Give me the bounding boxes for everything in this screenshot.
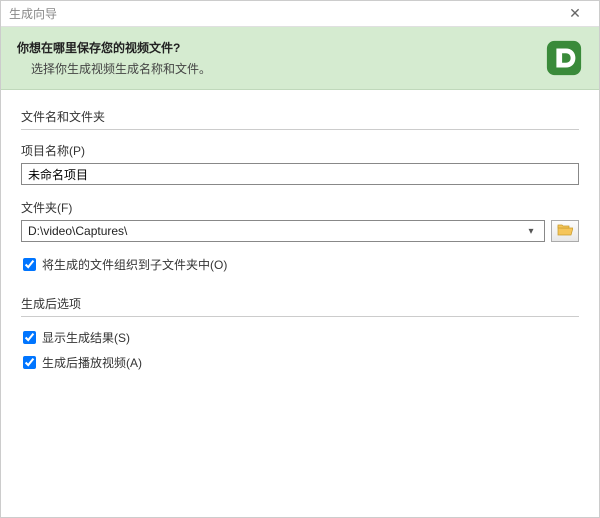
divider	[21, 316, 579, 317]
organize-subfolder-checkbox[interactable]	[23, 258, 36, 271]
group-file-title: 文件名和文件夹	[21, 108, 579, 125]
play-after-label: 生成后播放视频(A)	[42, 354, 142, 371]
close-button[interactable]: ✕	[559, 4, 591, 24]
folder-label: 文件夹(F)	[21, 199, 579, 216]
wizard-window: 生成向导 ✕ 你想在哪里保存您的视频文件? 选择你生成视频生成名称和文件。 文件…	[0, 0, 600, 518]
organize-subfolder-row: 将生成的文件组织到子文件夹中(O)	[21, 256, 579, 273]
content-area: 文件名和文件夹 项目名称(P) 文件夹(F) D:\video\Captures…	[1, 90, 599, 517]
show-result-checkbox[interactable]	[23, 331, 36, 344]
chevron-down-icon: ▾	[524, 226, 538, 237]
show-result-row: 显示生成结果(S)	[21, 329, 579, 346]
show-result-label: 显示生成结果(S)	[42, 329, 130, 346]
header-banner: 你想在哪里保存您的视频文件? 选择你生成视频生成名称和文件。	[1, 27, 599, 90]
header-title: 你想在哪里保存您的视频文件?	[17, 39, 537, 56]
header-subtitle: 选择你生成视频生成名称和文件。	[17, 60, 537, 77]
project-name-label: 项目名称(P)	[21, 142, 579, 159]
group-file-name-folder: 文件名和文件夹 项目名称(P) 文件夹(F) D:\video\Captures…	[21, 108, 579, 273]
play-after-row: 生成后播放视频(A)	[21, 354, 579, 371]
divider	[21, 129, 579, 130]
folder-open-icon	[557, 223, 573, 240]
play-after-checkbox[interactable]	[23, 356, 36, 369]
organize-subfolder-label: 将生成的文件组织到子文件夹中(O)	[42, 256, 227, 273]
group-after-production: 生成后选项 显示生成结果(S) 生成后播放视频(A)	[21, 295, 579, 371]
close-icon: ✕	[569, 5, 581, 22]
window-title: 生成向导	[9, 5, 57, 22]
project-name-row: 项目名称(P)	[21, 142, 579, 185]
titlebar: 生成向导 ✕	[1, 1, 599, 27]
header-text: 你想在哪里保存您的视频文件? 选择你生成视频生成名称和文件。	[17, 39, 537, 77]
folder-combobox[interactable]: D:\video\Captures\ ▾	[21, 220, 545, 242]
app-logo-icon	[545, 39, 583, 77]
project-name-input[interactable]	[21, 163, 579, 185]
folder-row-wrap: 文件夹(F) D:\video\Captures\ ▾	[21, 199, 579, 242]
group-after-title: 生成后选项	[21, 295, 579, 312]
folder-value: D:\video\Captures\	[28, 224, 524, 238]
browse-folder-button[interactable]	[551, 220, 579, 242]
